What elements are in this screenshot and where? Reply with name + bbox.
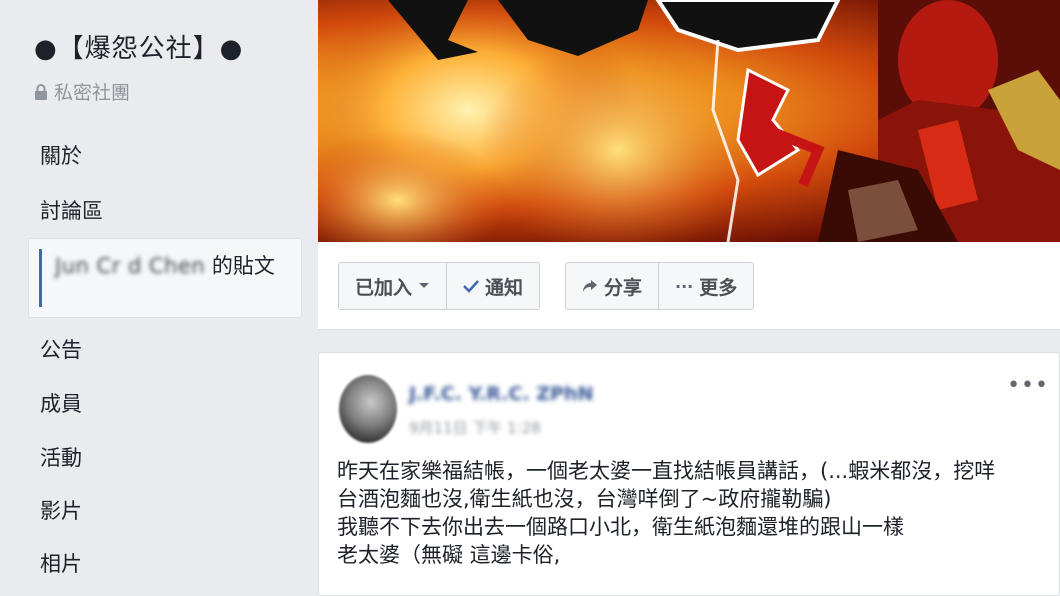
more-button[interactable]: ··· 更多 (658, 263, 753, 309)
share-button[interactable]: 分享 (566, 263, 658, 309)
post-line: 昨天在家樂福結帳，一個老太婆一直找結帳員講話，(...蝦米都沒，挖咩 (337, 459, 996, 483)
share-arrow-icon (582, 279, 598, 293)
post-author[interactable]: J.F.C. Y.R.C. ZPhN (409, 383, 593, 405)
post-line: 台酒泡麵也沒,衛生紙也沒，台灣咩倒了~政府攏勒騙) (337, 487, 832, 511)
post-line: 我聽不下去你出去一個路口小北，衛生紙泡麵還堆的跟山一樣 (337, 515, 904, 539)
share-label: 分享 (604, 276, 643, 299)
caret-down-icon (418, 282, 430, 290)
notifications-button[interactable]: 通知 (446, 263, 539, 309)
post-line: 老太婆（無礙 這邊卡俗, (337, 543, 561, 567)
sidebar-item-photos[interactable]: 相片 (40, 548, 82, 578)
post-body: 昨天在家樂福結帳，一個老太婆一直找結帳員講話，(...蝦米都沒，挖咩 台酒泡麵也… (337, 457, 1057, 569)
notifications-label: 通知 (485, 276, 524, 299)
user-posts-suffix: 的貼文 (211, 254, 275, 278)
sidebar-item-announcements[interactable]: 公告 (40, 334, 82, 364)
cover-artwork (318, 0, 1060, 242)
post-timestamp[interactable]: 9月11日 下午 1:28 (409, 417, 541, 438)
post-options-icon[interactable]: ••• (1007, 373, 1049, 398)
sidebar-item-videos[interactable]: 影片 (40, 495, 82, 525)
lock-icon (34, 83, 48, 100)
more-label: 更多 (699, 276, 738, 299)
joined-label: 已加入 (355, 276, 413, 299)
sidebar-item-discussion[interactable]: 討論區 (40, 195, 103, 225)
active-indicator (39, 249, 42, 307)
group-sidebar: ●【爆怨公社】● 私密社團 關於 討論區 Jun Cr d Chen 的貼文 公… (0, 0, 318, 596)
sidebar-item-user-posts-label: Jun Cr d Chen 的貼文 (55, 251, 295, 281)
joined-button[interactable]: 已加入 (339, 263, 446, 309)
membership-button-group: 已加入 通知 (338, 262, 541, 310)
sidebar-item-events[interactable]: 活動 (40, 442, 82, 472)
blurred-user-name: Jun Cr d Chen (55, 254, 206, 278)
sidebar-item-user-posts[interactable]: Jun Cr d Chen 的貼文 (28, 238, 302, 318)
privacy-status: 私密社團 (34, 78, 130, 105)
sidebar-item-about[interactable]: 關於 (40, 140, 82, 170)
sidebar-item-members[interactable]: 成員 (40, 388, 82, 418)
privacy-label: 私密社團 (54, 82, 131, 104)
avatar[interactable] (339, 375, 397, 443)
post-card: J.F.C. Y.R.C. ZPhN 9月11日 下午 1:28 ••• 昨天在… (318, 352, 1060, 596)
group-action-bar: 已加入 通知 分享 ··· 更多 (318, 242, 1060, 330)
ellipsis-icon: ··· (675, 276, 694, 296)
cover-photo[interactable] (318, 0, 1060, 242)
share-more-button-group: 分享 ··· 更多 (565, 262, 755, 310)
check-icon (463, 279, 479, 293)
group-name[interactable]: ●【爆怨公社】● (34, 28, 243, 65)
